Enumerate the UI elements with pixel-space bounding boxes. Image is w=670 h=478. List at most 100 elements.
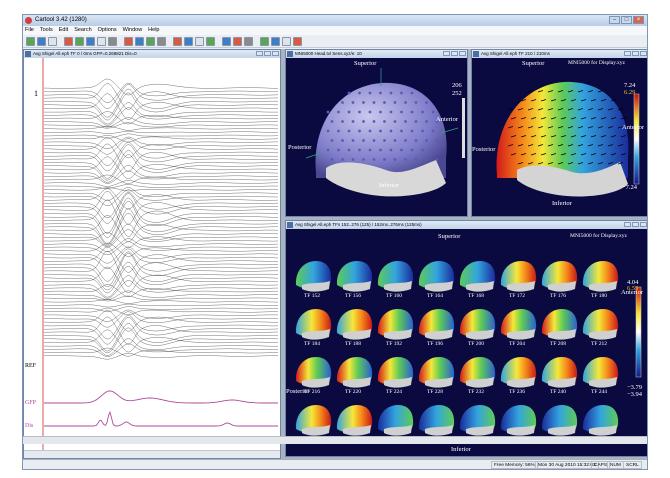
head2-maximize-button[interactable] bbox=[632, 51, 639, 56]
mdi-workspace: Avg Shigel All.eph TF 0 / 0ms GFP=0.2688… bbox=[23, 49, 647, 459]
electrode bbox=[358, 129, 361, 133]
app-titlebar: Cartool 3.42 (1280) – □ × bbox=[23, 15, 647, 26]
eeg-trace bbox=[44, 315, 279, 340]
electrode bbox=[326, 110, 330, 114]
head2-close-button[interactable] bbox=[640, 51, 647, 56]
open-icon[interactable] bbox=[26, 37, 35, 46]
chart-icon[interactable] bbox=[184, 37, 193, 46]
2d-icon[interactable] bbox=[222, 37, 231, 46]
camera-icon[interactable] bbox=[293, 37, 302, 46]
electrode bbox=[404, 158, 407, 161]
electrode bbox=[425, 120, 428, 123]
tf-label: TF 172 bbox=[508, 293, 526, 299]
head-electrodes-window[interactable]: MNI5000 Head.tvl Sens.xyz/e: 10 Superior… bbox=[285, 49, 468, 217]
menu-window[interactable]: Window bbox=[123, 26, 143, 35]
tf-label: TF 152 bbox=[303, 293, 321, 299]
eeg-close-button[interactable] bbox=[272, 51, 279, 56]
electrode bbox=[351, 139, 355, 142]
filter-icon[interactable] bbox=[206, 37, 215, 46]
scale-icon[interactable] bbox=[195, 37, 204, 46]
sphere-icon[interactable] bbox=[135, 37, 144, 46]
electrode bbox=[372, 120, 376, 123]
electrode bbox=[410, 110, 414, 114]
app-title: Cartool 3.42 (1280) bbox=[35, 17, 87, 23]
eeg-window-title: Avg Shigel All.eph TF 0 / 0ms GFP=0.2688… bbox=[24, 50, 280, 58]
grid-icon[interactable] bbox=[146, 37, 155, 46]
gfp-label: GFP bbox=[25, 400, 37, 406]
maximize-button[interactable]: □ bbox=[621, 16, 632, 24]
minimize-button[interactable]: – bbox=[609, 16, 620, 24]
electrode bbox=[368, 129, 372, 133]
menu-help[interactable]: Help bbox=[148, 26, 159, 35]
eeg-trace bbox=[44, 246, 278, 273]
maps-view[interactable]: TF 152 TF 156 TF 160 TF 164 TF 168 TF 172 TF 1… bbox=[286, 229, 647, 456]
eeg-trace bbox=[44, 184, 278, 189]
print-icon[interactable] bbox=[48, 37, 57, 46]
electrode bbox=[393, 139, 397, 142]
electrode bbox=[431, 148, 435, 152]
electrode bbox=[379, 110, 382, 114]
eeg-trace bbox=[44, 150, 278, 179]
head1-maximize-button[interactable] bbox=[451, 51, 458, 56]
zoom-out-icon[interactable] bbox=[97, 37, 106, 46]
eeg-track-area[interactable]: 1 REF GFP Dis bbox=[24, 58, 280, 452]
brain-icon[interactable] bbox=[64, 37, 73, 46]
electrode bbox=[341, 158, 344, 161]
head1-minimize-button[interactable] bbox=[443, 51, 450, 56]
maps-close-button[interactable] bbox=[640, 222, 647, 227]
tf-label: TF 176 bbox=[549, 293, 567, 299]
electrode bbox=[337, 148, 340, 152]
electrode bbox=[347, 110, 351, 114]
map-icon[interactable] bbox=[173, 37, 182, 46]
tf-label: TF 212 bbox=[590, 341, 608, 347]
eeg-tracks-window[interactable]: Avg Shigel All.eph TF 0 / 0ms GFP=0.2688… bbox=[23, 49, 281, 459]
eeg-trace bbox=[44, 130, 278, 134]
3d-icon[interactable] bbox=[233, 37, 242, 46]
eeg-trace bbox=[44, 306, 278, 312]
electrode bbox=[358, 91, 361, 95]
electrode bbox=[421, 110, 424, 114]
head2-minimize-button[interactable] bbox=[624, 51, 631, 56]
stats-icon[interactable] bbox=[244, 37, 253, 46]
tf-label: TF 208 bbox=[549, 341, 567, 347]
head1-scale-top: 206 bbox=[452, 82, 462, 89]
maps-maximize-button[interactable] bbox=[632, 222, 639, 227]
settings-icon[interactable] bbox=[157, 37, 166, 46]
map-series-window[interactable]: Avg Shigel All.eph TFs 152..276 (125) / … bbox=[285, 220, 647, 457]
head1-close-button[interactable] bbox=[459, 51, 466, 56]
head1-view[interactable]: Superior Posterior Anterior Inferior 206… bbox=[286, 58, 467, 216]
maps-window-title-text: Avg Shigel All.eph TFs 152..276 (125) / … bbox=[295, 222, 422, 227]
window-icon[interactable] bbox=[271, 37, 280, 46]
search-icon[interactable] bbox=[108, 37, 117, 46]
eeg-maximize-button[interactable] bbox=[264, 51, 271, 56]
menu-search[interactable]: Search bbox=[74, 26, 91, 35]
zoom-in-icon[interactable] bbox=[86, 37, 95, 46]
eeg-horizontal-scrollbar[interactable] bbox=[24, 450, 280, 458]
electrode-icon[interactable] bbox=[75, 37, 84, 46]
menu-tools[interactable]: Tools bbox=[40, 26, 53, 35]
head-icon[interactable] bbox=[124, 37, 133, 46]
head2-posterior-label: Posterior bbox=[472, 146, 496, 153]
menu-edit[interactable]: Edit bbox=[59, 26, 68, 35]
maps-superior-label: Superior bbox=[438, 233, 461, 240]
cursor-icon[interactable] bbox=[260, 37, 269, 46]
head-map-window[interactable]: Avg Shigel All.eph TF 210 / 210ms Superi… bbox=[471, 49, 647, 217]
eeg-trace bbox=[43, 307, 279, 315]
menu-file[interactable]: File bbox=[25, 26, 34, 35]
menu-options[interactable]: Options bbox=[98, 26, 117, 35]
maps-window-icon bbox=[287, 222, 293, 228]
maps-minimize-button[interactable] bbox=[624, 222, 631, 227]
tile-icon[interactable] bbox=[282, 37, 291, 46]
eeg-minimize-button[interactable] bbox=[256, 51, 263, 56]
electrode bbox=[400, 91, 403, 95]
close-button[interactable]: × bbox=[633, 16, 644, 24]
eeg-trace bbox=[44, 199, 278, 237]
workspace-horizontal-scrollbar[interactable] bbox=[23, 436, 647, 444]
head2-view[interactable]: Superior MNI5000 for Display.xyz Posteri… bbox=[472, 58, 647, 216]
head1-window-icon bbox=[287, 51, 293, 57]
save-icon[interactable] bbox=[37, 37, 46, 46]
eeg-window-icon bbox=[25, 51, 31, 57]
eeg-trace bbox=[44, 284, 278, 297]
tf-label: TF 188 bbox=[344, 341, 362, 347]
head2-scale-min: −7.24 bbox=[622, 184, 638, 191]
